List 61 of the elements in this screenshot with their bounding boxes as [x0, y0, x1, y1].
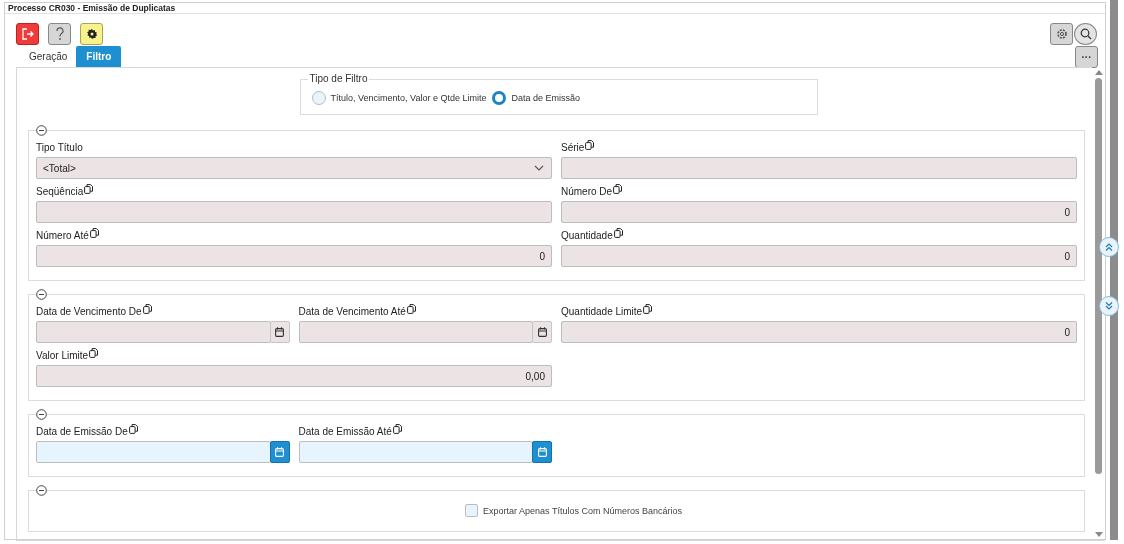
field-label: Número De — [561, 186, 613, 197]
copy-icon[interactable] — [142, 304, 152, 314]
copy-icon[interactable] — [613, 184, 623, 194]
field-label: Data de Vencimento Até — [298, 306, 406, 317]
copy-icon[interactable] — [406, 304, 416, 314]
calendar-icon — [537, 447, 547, 457]
copy-icon[interactable] — [84, 184, 94, 194]
tab[interactable]: Filtro — [76, 46, 122, 67]
collapse-icon[interactable] — [36, 485, 47, 496]
exit-icon — [21, 28, 34, 40]
group-legend: Tipo de Filtro — [307, 73, 370, 84]
calendar-icon — [275, 447, 284, 457]
date-field[interactable] — [298, 441, 533, 463]
scrollbar[interactable] — [1110, 0, 1118, 540]
checkbox-label: Exportar Apenas Títulos Com Números Bancários — [483, 505, 682, 516]
date-field[interactable] — [36, 441, 271, 463]
settings-icon — [86, 29, 97, 39]
help-button[interactable] — [48, 23, 71, 45]
field-label: Seqüência — [36, 186, 84, 197]
calendar-icon — [537, 327, 547, 337]
field-label: Série — [561, 142, 585, 153]
checkbox[interactable] — [465, 504, 479, 517]
calendar-button[interactable] — [269, 321, 290, 343]
more-button[interactable]: ··· — [1075, 46, 1098, 68]
settings-icon — [1055, 28, 1068, 40]
radio-button[interactable] — [492, 91, 507, 105]
radio-label: Data de Emissão — [511, 93, 580, 103]
field-label: Quantidade Limite — [561, 306, 643, 317]
copy-icon[interactable] — [613, 228, 623, 238]
calendar-button[interactable] — [532, 321, 552, 343]
collapse-icon[interactable] — [36, 409, 47, 420]
settings-button[interactable] — [80, 23, 103, 45]
radio-label: Título, Vencimento, Valor e Qtde Limite — [330, 93, 487, 103]
radio-button[interactable] — [311, 91, 326, 105]
search-icon — [1079, 28, 1092, 40]
exit-button[interactable] — [16, 23, 39, 45]
field-label: Data de Emissão De — [36, 426, 128, 437]
field-label: Valor Limite — [36, 350, 89, 361]
help-icon — [54, 27, 65, 41]
copy-icon[interactable] — [643, 304, 653, 314]
calendar-button[interactable] — [532, 441, 552, 463]
tab[interactable]: Geração — [20, 46, 77, 67]
copy-icon[interactable] — [585, 140, 595, 150]
collapse-icon[interactable] — [36, 125, 47, 136]
copy-icon[interactable] — [128, 424, 138, 434]
calendar-button[interactable] — [269, 441, 290, 463]
double-chevron-up-icon — [1105, 243, 1113, 251]
field-label: Tipo Título — [36, 142, 83, 153]
calendar-icon — [275, 327, 284, 337]
chevron-down-icon — [534, 165, 544, 171]
copy-icon[interactable] — [89, 228, 99, 238]
collapse-icon[interactable] — [36, 289, 47, 300]
copy-icon[interactable] — [392, 424, 402, 434]
double-chevron-down-icon — [1105, 302, 1113, 310]
field-label: Número Até — [36, 230, 89, 241]
field-label: Data de Vencimento De — [36, 306, 142, 317]
copy-icon[interactable] — [89, 348, 99, 358]
window-title: Processo CR030 - Emissão de Duplicatas — [8, 3, 176, 13]
field-label: Data de Emissão Até — [298, 426, 392, 437]
search-button[interactable] — [1074, 23, 1097, 45]
field-label: Quantidade — [561, 230, 613, 241]
